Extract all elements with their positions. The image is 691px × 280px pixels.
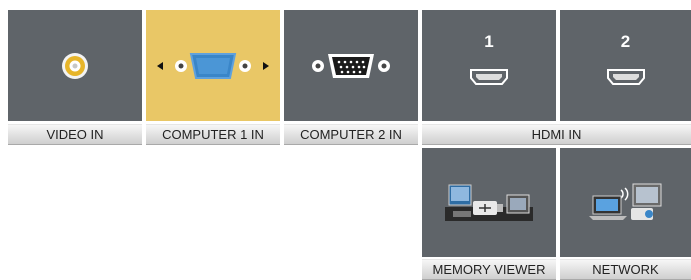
network-tile[interactable] [560,148,691,257]
memory-viewer-tile[interactable] [422,148,556,257]
rca-jack-icon [62,52,88,79]
computer-2-in-tile[interactable] [284,10,418,121]
video-in-tile[interactable] [8,10,142,121]
memory-viewer-icon [445,184,533,221]
hdmi-in-label: HDMI IN [422,124,691,145]
hdmi-1-tile[interactable]: 1 [422,10,556,121]
vga-port-icon [157,52,269,79]
arrow-right-icon [263,61,269,70]
arrow-left-icon [157,61,163,70]
hdmi-port-icon [470,68,508,85]
computer-1-in-tile[interactable] [146,10,280,121]
computer-2-in-label: COMPUTER 2 IN [284,124,418,145]
network-icon [588,183,661,220]
computer-1-in-label: COMPUTER 1 IN [146,124,280,145]
video-in-label: VIDEO IN [8,124,142,145]
hdmi-2-tile[interactable]: 2 [560,10,691,121]
vga-port-icon [312,53,390,78]
hdmi-1-number: 1 [484,32,494,51]
hdmi-2-number: 2 [620,32,631,51]
memory-viewer-label: MEMORY VIEWER [422,259,556,280]
network-label: NETWORK [560,259,691,280]
hdmi-port-icon [606,68,645,85]
